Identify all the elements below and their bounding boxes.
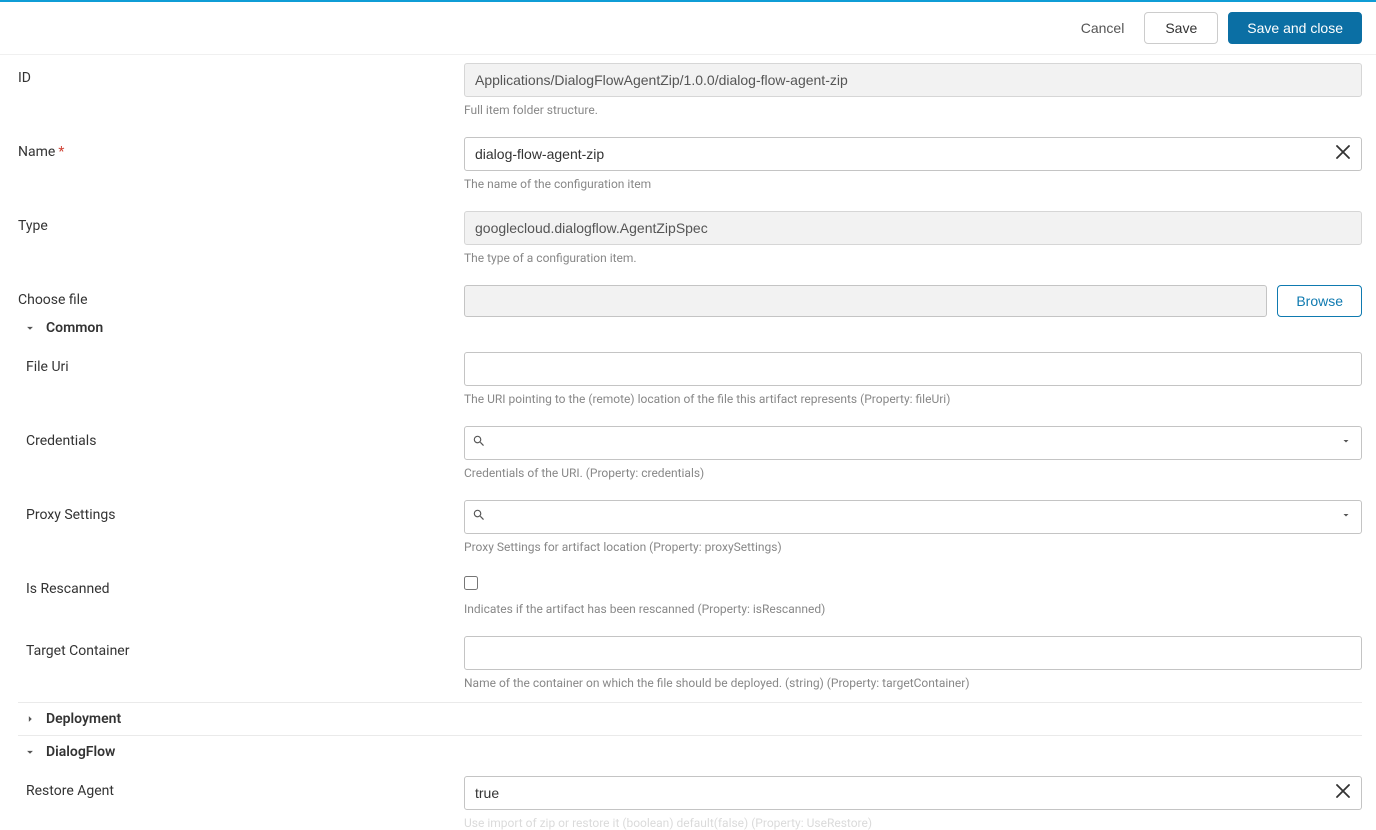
choose-file-display: [464, 285, 1267, 317]
help-credentials: Credentials of the URI. (Property: crede…: [464, 466, 1362, 480]
clear-restore-agent-icon[interactable]: [1332, 782, 1354, 804]
help-name: The name of the configuration item: [464, 177, 1362, 191]
restore-agent-field[interactable]: [464, 776, 1362, 810]
credentials-combo[interactable]: [464, 426, 1362, 460]
is-rescanned-checkbox[interactable]: [464, 576, 478, 590]
section-deployment-label: Deployment: [46, 711, 121, 727]
help-restore-agent: Use import of zip or restore it (boolean…: [464, 816, 1362, 830]
target-container-field[interactable]: [464, 636, 1362, 670]
label-restore-agent: Restore Agent: [18, 776, 464, 799]
type-field: [464, 211, 1362, 245]
credentials-input[interactable]: [464, 426, 1362, 460]
label-type: Type: [18, 211, 464, 234]
help-target-container: Name of the container on which the file …: [464, 676, 1362, 690]
section-common-label: Common: [46, 320, 103, 336]
help-proxy-settings: Proxy Settings for artifact location (Pr…: [464, 540, 1362, 554]
help-type: The type of a configuration item.: [464, 251, 1362, 265]
row-restore-agent: Restore Agent Use import of zip or resto…: [18, 776, 1362, 830]
section-dialogflow[interactable]: DialogFlow: [18, 735, 1362, 768]
label-name: Name*: [18, 137, 464, 160]
row-id: ID Full item folder structure.: [18, 63, 1362, 117]
row-type: Type The type of a configuration item.: [18, 211, 1362, 265]
header-actions: Cancel Save Save and close: [0, 2, 1376, 55]
file-uri-field[interactable]: [464, 352, 1362, 386]
cancel-button[interactable]: Cancel: [1071, 13, 1135, 43]
label-file-uri: File Uri: [18, 352, 464, 375]
row-name: Name* The name of the configuration item: [18, 137, 1362, 191]
label-name-text: Name: [18, 144, 55, 160]
help-is-rescanned: Indicates if the artifact has been resca…: [464, 602, 1362, 616]
row-is-rescanned: Is Rescanned Indicates if the artifact h…: [18, 574, 1362, 616]
save-and-close-button[interactable]: Save and close: [1228, 12, 1362, 44]
section-common[interactable]: Common: [18, 312, 464, 344]
name-field[interactable]: [464, 137, 1362, 171]
label-id: ID: [18, 63, 464, 86]
required-star-icon: *: [58, 144, 64, 160]
clear-name-icon[interactable]: [1332, 143, 1354, 165]
proxy-settings-combo[interactable]: [464, 500, 1362, 534]
save-button[interactable]: Save: [1144, 12, 1218, 44]
chevron-down-icon-dialogflow: [22, 744, 38, 760]
label-is-rescanned: Is Rescanned: [18, 574, 464, 597]
row-credentials: Credentials Credentials of the URI. (Pro…: [18, 426, 1362, 480]
row-file-uri: File Uri The URI pointing to the (remote…: [18, 352, 1362, 406]
row-proxy-settings: Proxy Settings Proxy Settings for artifa…: [18, 500, 1362, 554]
proxy-settings-input[interactable]: [464, 500, 1362, 534]
row-target-container: Target Container Name of the container o…: [18, 636, 1362, 690]
chevron-right-icon: [22, 711, 38, 727]
label-choose-file: Choose file: [18, 285, 464, 308]
browse-button[interactable]: Browse: [1277, 285, 1362, 317]
help-id: Full item folder structure.: [464, 103, 1362, 117]
form-area: ID Full item folder structure. Name* The…: [0, 55, 1376, 830]
label-proxy-settings: Proxy Settings: [18, 500, 464, 523]
label-target-container: Target Container: [18, 636, 464, 659]
section-dialogflow-label: DialogFlow: [46, 744, 115, 760]
help-file-uri: The URI pointing to the (remote) locatio…: [464, 392, 1362, 406]
chevron-down-icon: [22, 320, 38, 336]
label-credentials: Credentials: [18, 426, 464, 449]
row-choose-file: Choose file Common Browse: [18, 285, 1362, 344]
id-field: [464, 63, 1362, 97]
